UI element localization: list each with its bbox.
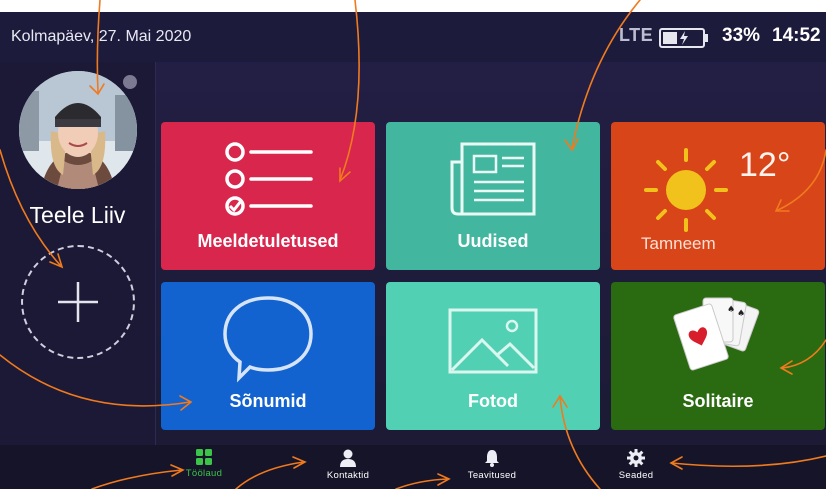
tile-weather[interactable]: 12° Tamneem	[611, 122, 825, 270]
plus-icon	[58, 282, 98, 322]
nav-tab-dashboard[interactable]: Töölaud	[164, 449, 244, 479]
nav-tab-notifications[interactable]: Teavitused	[452, 449, 532, 481]
tile-label: Fotod	[468, 391, 518, 411]
weather-temperature: 12°	[739, 146, 791, 184]
gear-icon	[627, 449, 645, 467]
svg-text:♠: ♠	[737, 309, 745, 319]
status-date: Kolmapäev, 27. Mai 2020	[11, 28, 192, 45]
svg-text:♠: ♠	[727, 305, 735, 315]
battery-icon	[659, 28, 708, 48]
avatar[interactable]	[19, 71, 137, 189]
nav-tab-label: Teavitused	[467, 470, 517, 481]
presence-indicator	[123, 75, 137, 89]
bell-icon	[485, 450, 499, 467]
tile-reminders[interactable]: Meeldetuletused	[161, 122, 375, 270]
profile-sidebar: Teele Liiv	[0, 62, 156, 445]
bottom-nav: Töölaud Kontaktid Teavitused Seaded	[0, 445, 826, 489]
tile-news[interactable]: Uudised	[386, 122, 600, 270]
tile-label: Meeldetuletused	[197, 231, 339, 251]
nav-tab-label: Seaded	[618, 470, 654, 481]
tile-label: Sõnumid	[229, 391, 307, 411]
add-contact-button[interactable]	[21, 245, 135, 359]
tile-solitaire[interactable]: ♠ ♠ Solitaire	[611, 282, 825, 430]
person-icon	[340, 449, 356, 467]
tile-label: Uudised	[457, 231, 529, 251]
nav-tab-contacts[interactable]: Kontaktid	[308, 449, 388, 481]
app-screen: Kolmapäev, 27. Mai 2020 LTE 33% 14:52 Te…	[0, 12, 826, 489]
battery-percent: 33%	[722, 25, 761, 46]
nav-tab-label: Töölaud	[185, 468, 223, 479]
network-indicator: LTE	[619, 25, 654, 45]
user-name: Teele Liiv	[29, 202, 126, 228]
grid-icon	[196, 449, 212, 465]
weather-location: Tamneem	[641, 234, 716, 253]
status-bar: Kolmapäev, 27. Mai 2020 LTE 33% 14:52	[0, 12, 826, 62]
tile-label: Solitaire	[682, 391, 754, 411]
status-time: 14:52	[772, 25, 821, 46]
nav-tab-settings[interactable]: Seaded	[596, 449, 676, 481]
user-photo-icon	[19, 71, 137, 189]
nav-tab-label: Kontaktid	[326, 470, 370, 481]
tile-photos[interactable]: Fotod	[386, 282, 600, 430]
tile-messages[interactable]: Sõnumid	[161, 282, 375, 430]
